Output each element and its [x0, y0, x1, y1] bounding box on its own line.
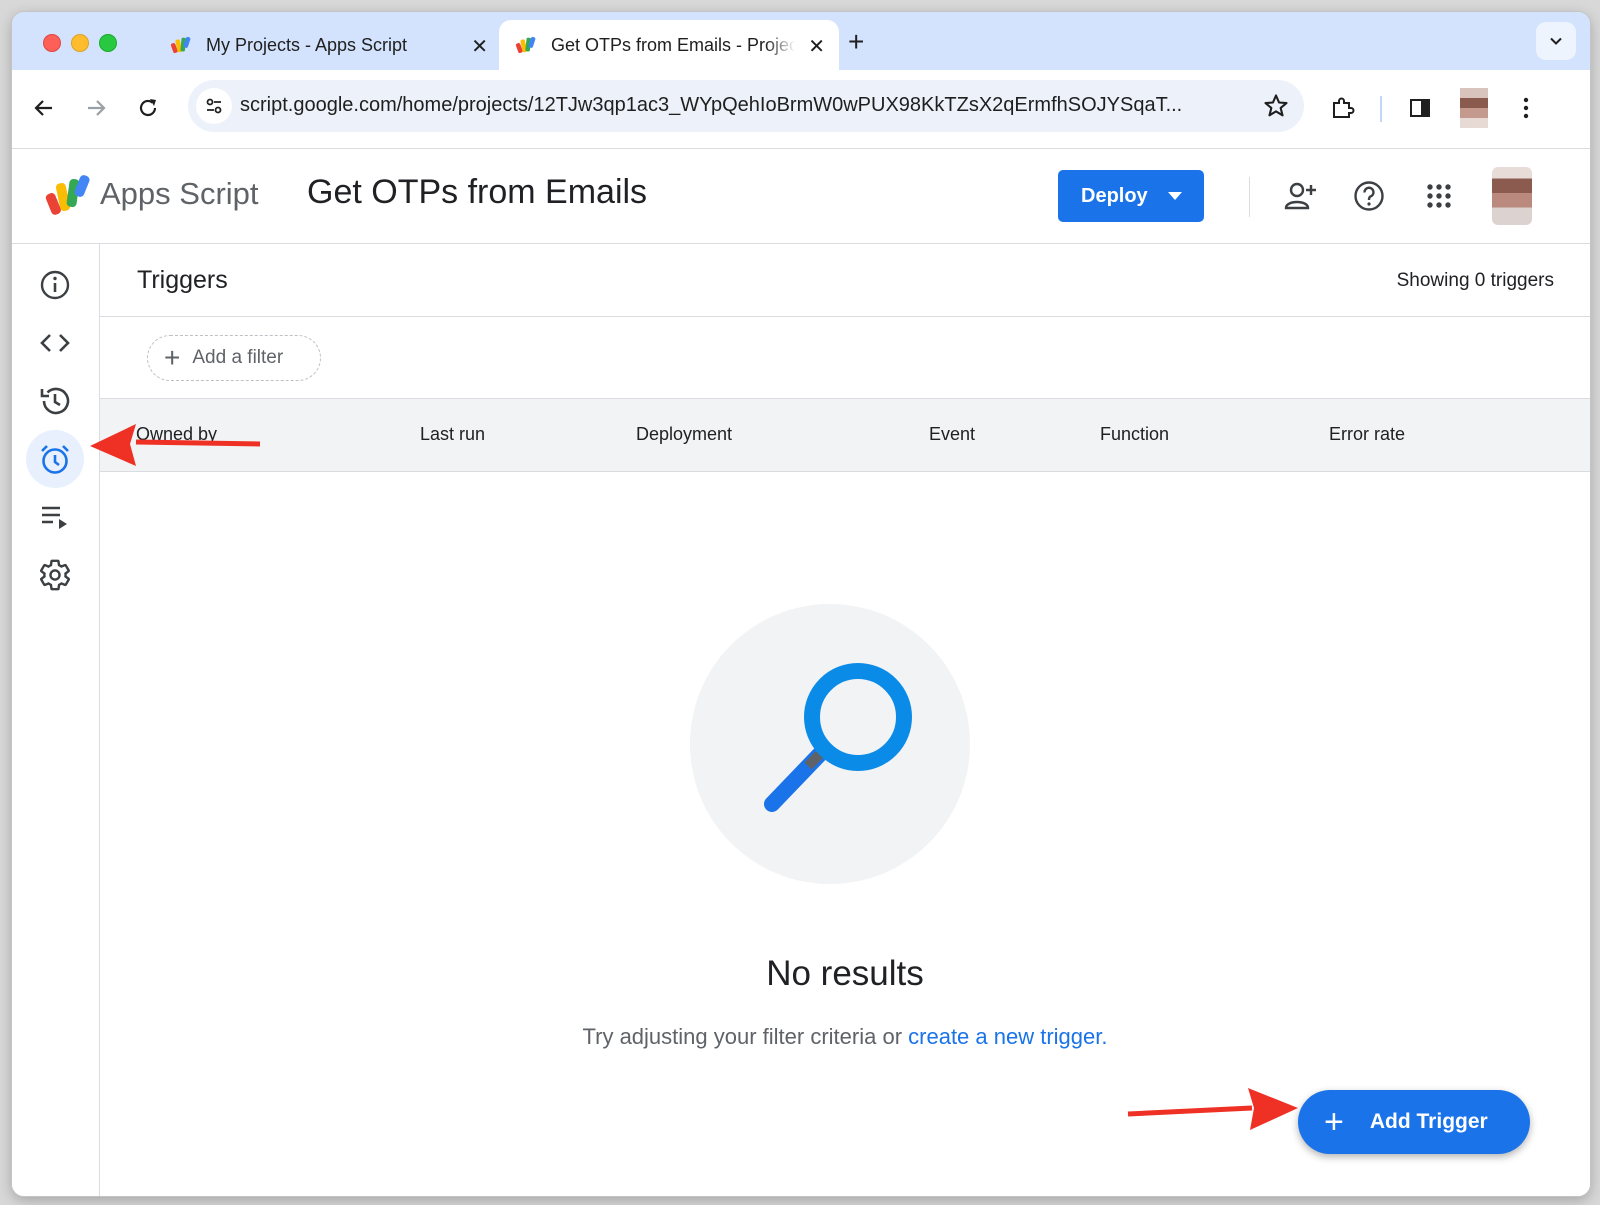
- table-header: Owned by Last run Deployment Event Funct…: [100, 398, 1590, 472]
- history-icon: [40, 387, 70, 415]
- trigger-count: Showing 0 triggers: [1396, 270, 1554, 291]
- filter-bar: + Add a filter: [100, 316, 1590, 399]
- sidebar: [12, 244, 100, 1196]
- alarm-clock-icon: [41, 445, 69, 474]
- header-divider: [1249, 177, 1250, 217]
- more-vert-icon: [1523, 97, 1529, 119]
- back-button[interactable]: [26, 90, 62, 126]
- add-person-icon: [1284, 182, 1316, 210]
- code-icon: [40, 334, 70, 352]
- reload-icon: [139, 99, 157, 117]
- new-tab-button[interactable]: +: [848, 26, 864, 58]
- executions-list-icon: [42, 506, 67, 529]
- deploy-button[interactable]: Deploy: [1058, 170, 1204, 222]
- column-header-event[interactable]: Event: [929, 424, 975, 445]
- project-title[interactable]: Get OTPs from Emails: [307, 173, 647, 212]
- tab-my-projects[interactable]: My Projects - Apps Script ✕: [158, 20, 488, 70]
- extensions-button[interactable]: [1322, 88, 1362, 128]
- empty-state-subtitle: Try adjusting your filter criteria or cr…: [100, 1024, 1590, 1050]
- arrow-left-icon: [34, 100, 52, 116]
- close-tab-icon[interactable]: ✕: [471, 34, 488, 59]
- help-button[interactable]: [1348, 175, 1390, 217]
- browser-window: My Projects - Apps Script ✕ Get OTPs fro…: [12, 12, 1590, 1196]
- close-tab-icon[interactable]: ✕: [808, 34, 825, 59]
- plus-icon: +: [1324, 1103, 1344, 1141]
- side-panel-button[interactable]: [1400, 88, 1440, 128]
- product-name: Apps Script: [100, 176, 259, 211]
- puzzle-piece-icon: [1333, 97, 1355, 118]
- account-avatar[interactable]: [1492, 167, 1532, 225]
- tab-strip: My Projects - Apps Script ✕ Get OTPs fro…: [12, 12, 1590, 70]
- annotation-arrow-right-icon: [1127, 1088, 1298, 1130]
- plus-icon: +: [164, 342, 181, 373]
- reload-button[interactable]: [130, 90, 166, 126]
- add-trigger-label: Add Trigger: [1369, 1110, 1488, 1133]
- help-icon: [1354, 181, 1384, 211]
- toolbar-divider: [1380, 96, 1382, 122]
- close-window-button[interactable]: [43, 34, 61, 52]
- url-text: script.google.com/home/projects/12TJw3qp…: [240, 94, 1183, 116]
- column-header-function[interactable]: Function: [1100, 424, 1169, 445]
- column-header-last-run[interactable]: Last run: [420, 424, 485, 445]
- deploy-label: Deploy: [1081, 184, 1148, 207]
- sidebar-item-executions[interactable]: [26, 488, 84, 546]
- arrow-right-icon: [88, 100, 106, 116]
- site-info-icon[interactable]: [196, 88, 232, 124]
- side-panel-icon: [1410, 99, 1430, 117]
- sidebar-item-project-settings[interactable]: [26, 546, 84, 604]
- maximize-window-button[interactable]: [99, 34, 117, 52]
- bookmark-star-icon[interactable]: [1262, 92, 1290, 120]
- chevron-down-icon: [1550, 37, 1562, 45]
- sidebar-item-overview[interactable]: [26, 256, 84, 314]
- caret-down-icon: [1168, 192, 1182, 200]
- gear-icon: [40, 559, 70, 591]
- apps-script-logo-icon[interactable]: [44, 173, 92, 215]
- sidebar-item-triggers[interactable]: [26, 430, 84, 488]
- app-header: Apps Script Get OTPs from Emails Deploy: [12, 149, 1590, 244]
- info-icon: [40, 270, 70, 300]
- triggers-panel: Triggers Showing 0 triggers + Add a filt…: [100, 244, 1590, 1196]
- address-bar[interactable]: script.google.com/home/projects/12TJw3qp…: [188, 80, 1304, 132]
- apps-script-favicon-icon: [170, 36, 191, 54]
- apps-script-favicon-icon: [515, 36, 536, 54]
- apps-grid-icon: [1427, 184, 1451, 208]
- column-header-deployment[interactable]: Deployment: [636, 424, 732, 445]
- avatar-image: [1460, 88, 1488, 128]
- empty-state-title: No results: [766, 954, 924, 993]
- minimize-window-button[interactable]: [71, 34, 89, 52]
- annotation-arrow-left-icon: [90, 424, 261, 466]
- browser-menu-button[interactable]: [1506, 88, 1546, 128]
- empty-state-illustration: [690, 604, 970, 884]
- google-apps-button[interactable]: [1418, 175, 1460, 217]
- browser-toolbar: script.google.com/home/projects/12TJw3qp…: [12, 70, 1590, 149]
- column-header-error-rate[interactable]: Error rate: [1329, 424, 1405, 445]
- forward-button[interactable]: [78, 90, 114, 126]
- tab-title: Get OTPs from Emails - Project Editor - …: [551, 34, 795, 55]
- add-filter-button[interactable]: + Add a filter: [147, 335, 321, 381]
- sidebar-item-project-history[interactable]: [26, 372, 84, 430]
- add-filter-label: Add a filter: [192, 347, 284, 368]
- create-trigger-link[interactable]: create a new trigger.: [908, 1024, 1107, 1049]
- profile-avatar[interactable]: [1454, 88, 1494, 128]
- share-button[interactable]: [1280, 175, 1322, 217]
- page-title: Triggers: [137, 266, 228, 294]
- add-trigger-button[interactable]: + Add Trigger: [1298, 1090, 1530, 1154]
- empty-state-subtitle-text: Try adjusting your filter criteria or: [582, 1024, 909, 1049]
- tab-project-editor[interactable]: Get OTPs from Emails - Project Editor - …: [499, 20, 839, 70]
- tab-title: My Projects - Apps Script: [206, 34, 408, 55]
- tab-search-button[interactable]: [1536, 22, 1576, 60]
- sidebar-item-editor[interactable]: [26, 314, 84, 372]
- magnifying-glass-icon: [764, 663, 912, 812]
